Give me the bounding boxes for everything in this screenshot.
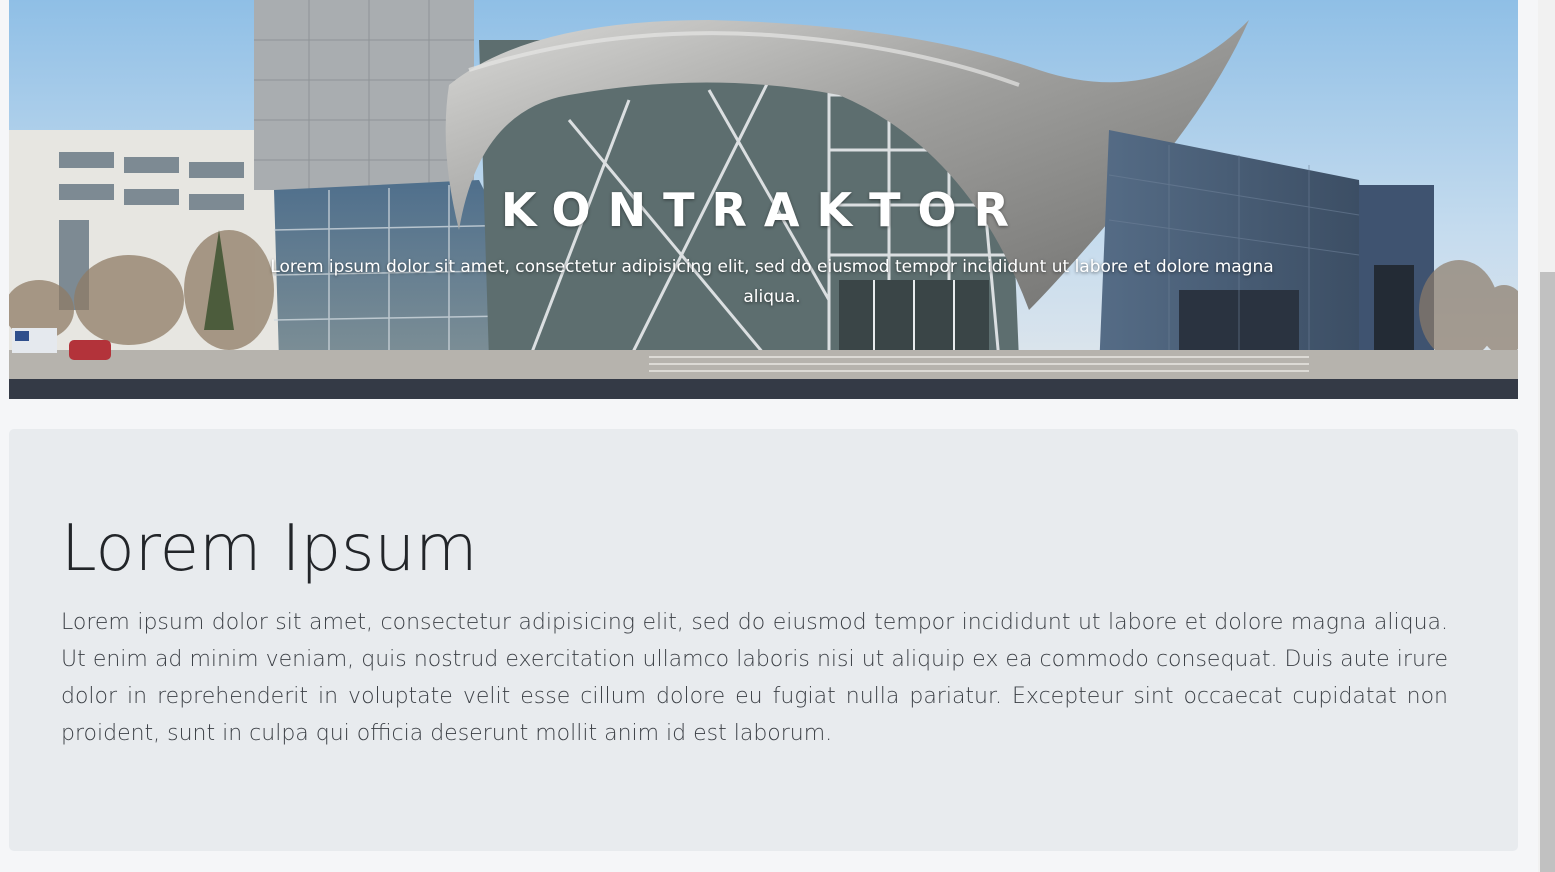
jumbotron-text: Lorem ipsum dolor sit amet, consectetur … bbox=[61, 610, 1448, 746]
page: KONTRAKTOR Lorem ipsum dolor sit amet, c… bbox=[0, 0, 1555, 872]
hero-title: KONTRAKTOR bbox=[500, 183, 1027, 237]
hero-banner: KONTRAKTOR Lorem ipsum dolor sit amet, c… bbox=[9, 0, 1518, 379]
jumbotron-heading: Lorem Ipsum bbox=[61, 512, 478, 586]
hero-subtitle: Lorem ipsum dolor sit amet, consectetur … bbox=[270, 257, 1274, 307]
scrollbar-thumb[interactable] bbox=[1540, 272, 1555, 872]
hero-bottom-bar bbox=[9, 379, 1518, 399]
